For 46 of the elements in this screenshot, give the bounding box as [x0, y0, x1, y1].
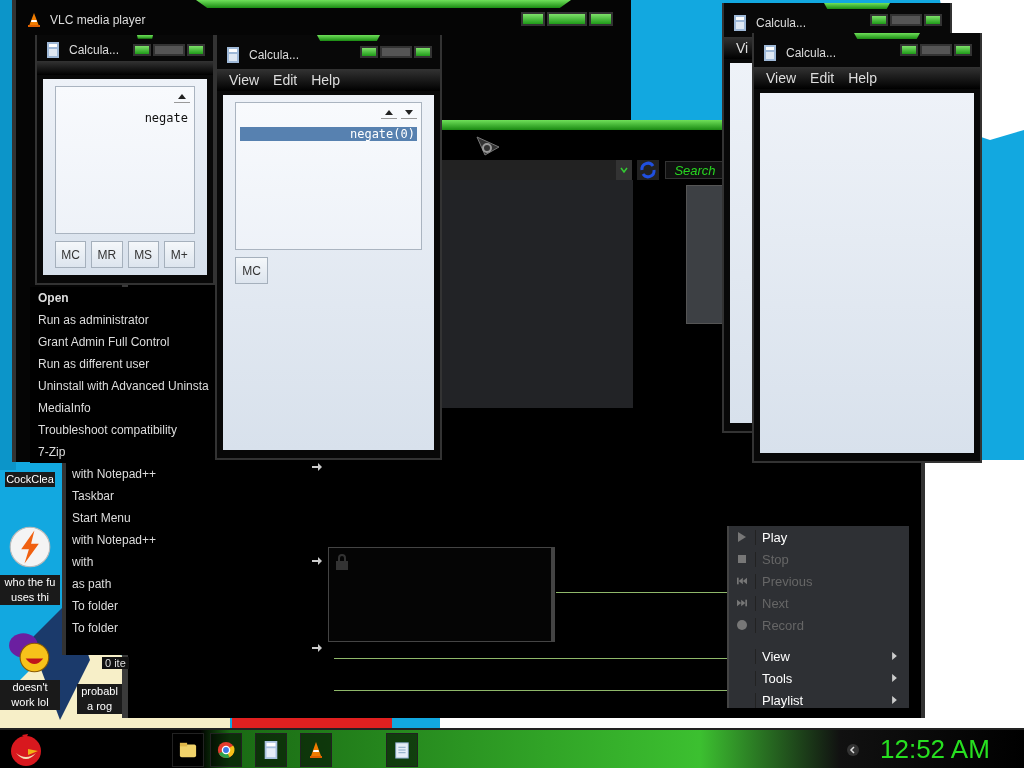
- menu-item[interactable]: To folder: [66, 617, 216, 639]
- menu-item[interactable]: Troubleshoot compatibility: [30, 419, 214, 441]
- icon-label[interactable]: doesn't work lol: [0, 680, 60, 710]
- window-title: Calcula...: [786, 46, 837, 60]
- menu-item[interactable]: Vi: [736, 40, 749, 56]
- menu-item[interactable]: Playlist: [729, 689, 909, 708]
- menu-item[interactable]: Edit: [810, 70, 835, 86]
- menu-item[interactable]: Run as administrator: [30, 309, 214, 331]
- history-entry[interactable]: negate(0): [240, 127, 417, 141]
- menu-item[interactable]: MediaInfo: [30, 397, 214, 419]
- search-button[interactable]: Search: [665, 161, 725, 179]
- menu-item[interactable]: Help: [311, 72, 340, 88]
- menu-item[interactable]: Taskbar: [66, 485, 216, 507]
- menu-item[interactable]: View: [229, 72, 260, 88]
- menu-item[interactable]: with Notepad++: [66, 463, 216, 485]
- menu-item[interactable]: View: [729, 645, 909, 667]
- window-title: VLC media player: [50, 13, 146, 27]
- status-text: 0 ite: [102, 657, 129, 669]
- menu-item[interactable]: Grant Admin Full Control: [30, 331, 214, 353]
- memory-button[interactable]: MC: [55, 241, 87, 268]
- menu-item[interactable]: Open: [30, 287, 214, 309]
- menu-item[interactable]: Play: [729, 526, 909, 548]
- window-title: Calcula...: [69, 42, 120, 57]
- window-title: Calcula...: [756, 16, 807, 30]
- menu-item[interactable]: Run as different user: [30, 353, 214, 375]
- menu-item[interactable]: To folder: [66, 595, 216, 617]
- icon-label[interactable]: who the fu uses thi: [0, 575, 60, 605]
- window-title: Calcula...: [249, 48, 300, 62]
- menu-item[interactable]: with Notepad++: [66, 529, 216, 551]
- menu-item[interactable]: as path: [66, 573, 216, 595]
- menu-item[interactable]: 7-Zip: [30, 441, 214, 463]
- icon-label[interactable]: CockClea: [5, 472, 55, 487]
- menu-item[interactable]: with: [66, 551, 216, 573]
- menu-item[interactable]: Uninstall with Advanced Uninsta: [30, 375, 214, 397]
- memory-button[interactable]: MR: [91, 241, 123, 268]
- menu-item[interactable]: Start Menu: [66, 507, 216, 529]
- menu-item[interactable]: Tools: [729, 667, 909, 689]
- menu-item[interactable]: View: [766, 70, 797, 86]
- menu-item[interactable]: Edit: [273, 72, 298, 88]
- memory-button[interactable]: MS: [127, 241, 159, 268]
- memory-button[interactable]: MC: [235, 257, 268, 284]
- history-entry[interactable]: negate: [60, 111, 190, 125]
- clock[interactable]: 12:52 AM: [880, 734, 990, 765]
- menu-item[interactable]: Help: [848, 70, 877, 86]
- memory-button[interactable]: M+: [163, 241, 195, 268]
- icon-label[interactable]: probabl a rog: [77, 684, 122, 714]
